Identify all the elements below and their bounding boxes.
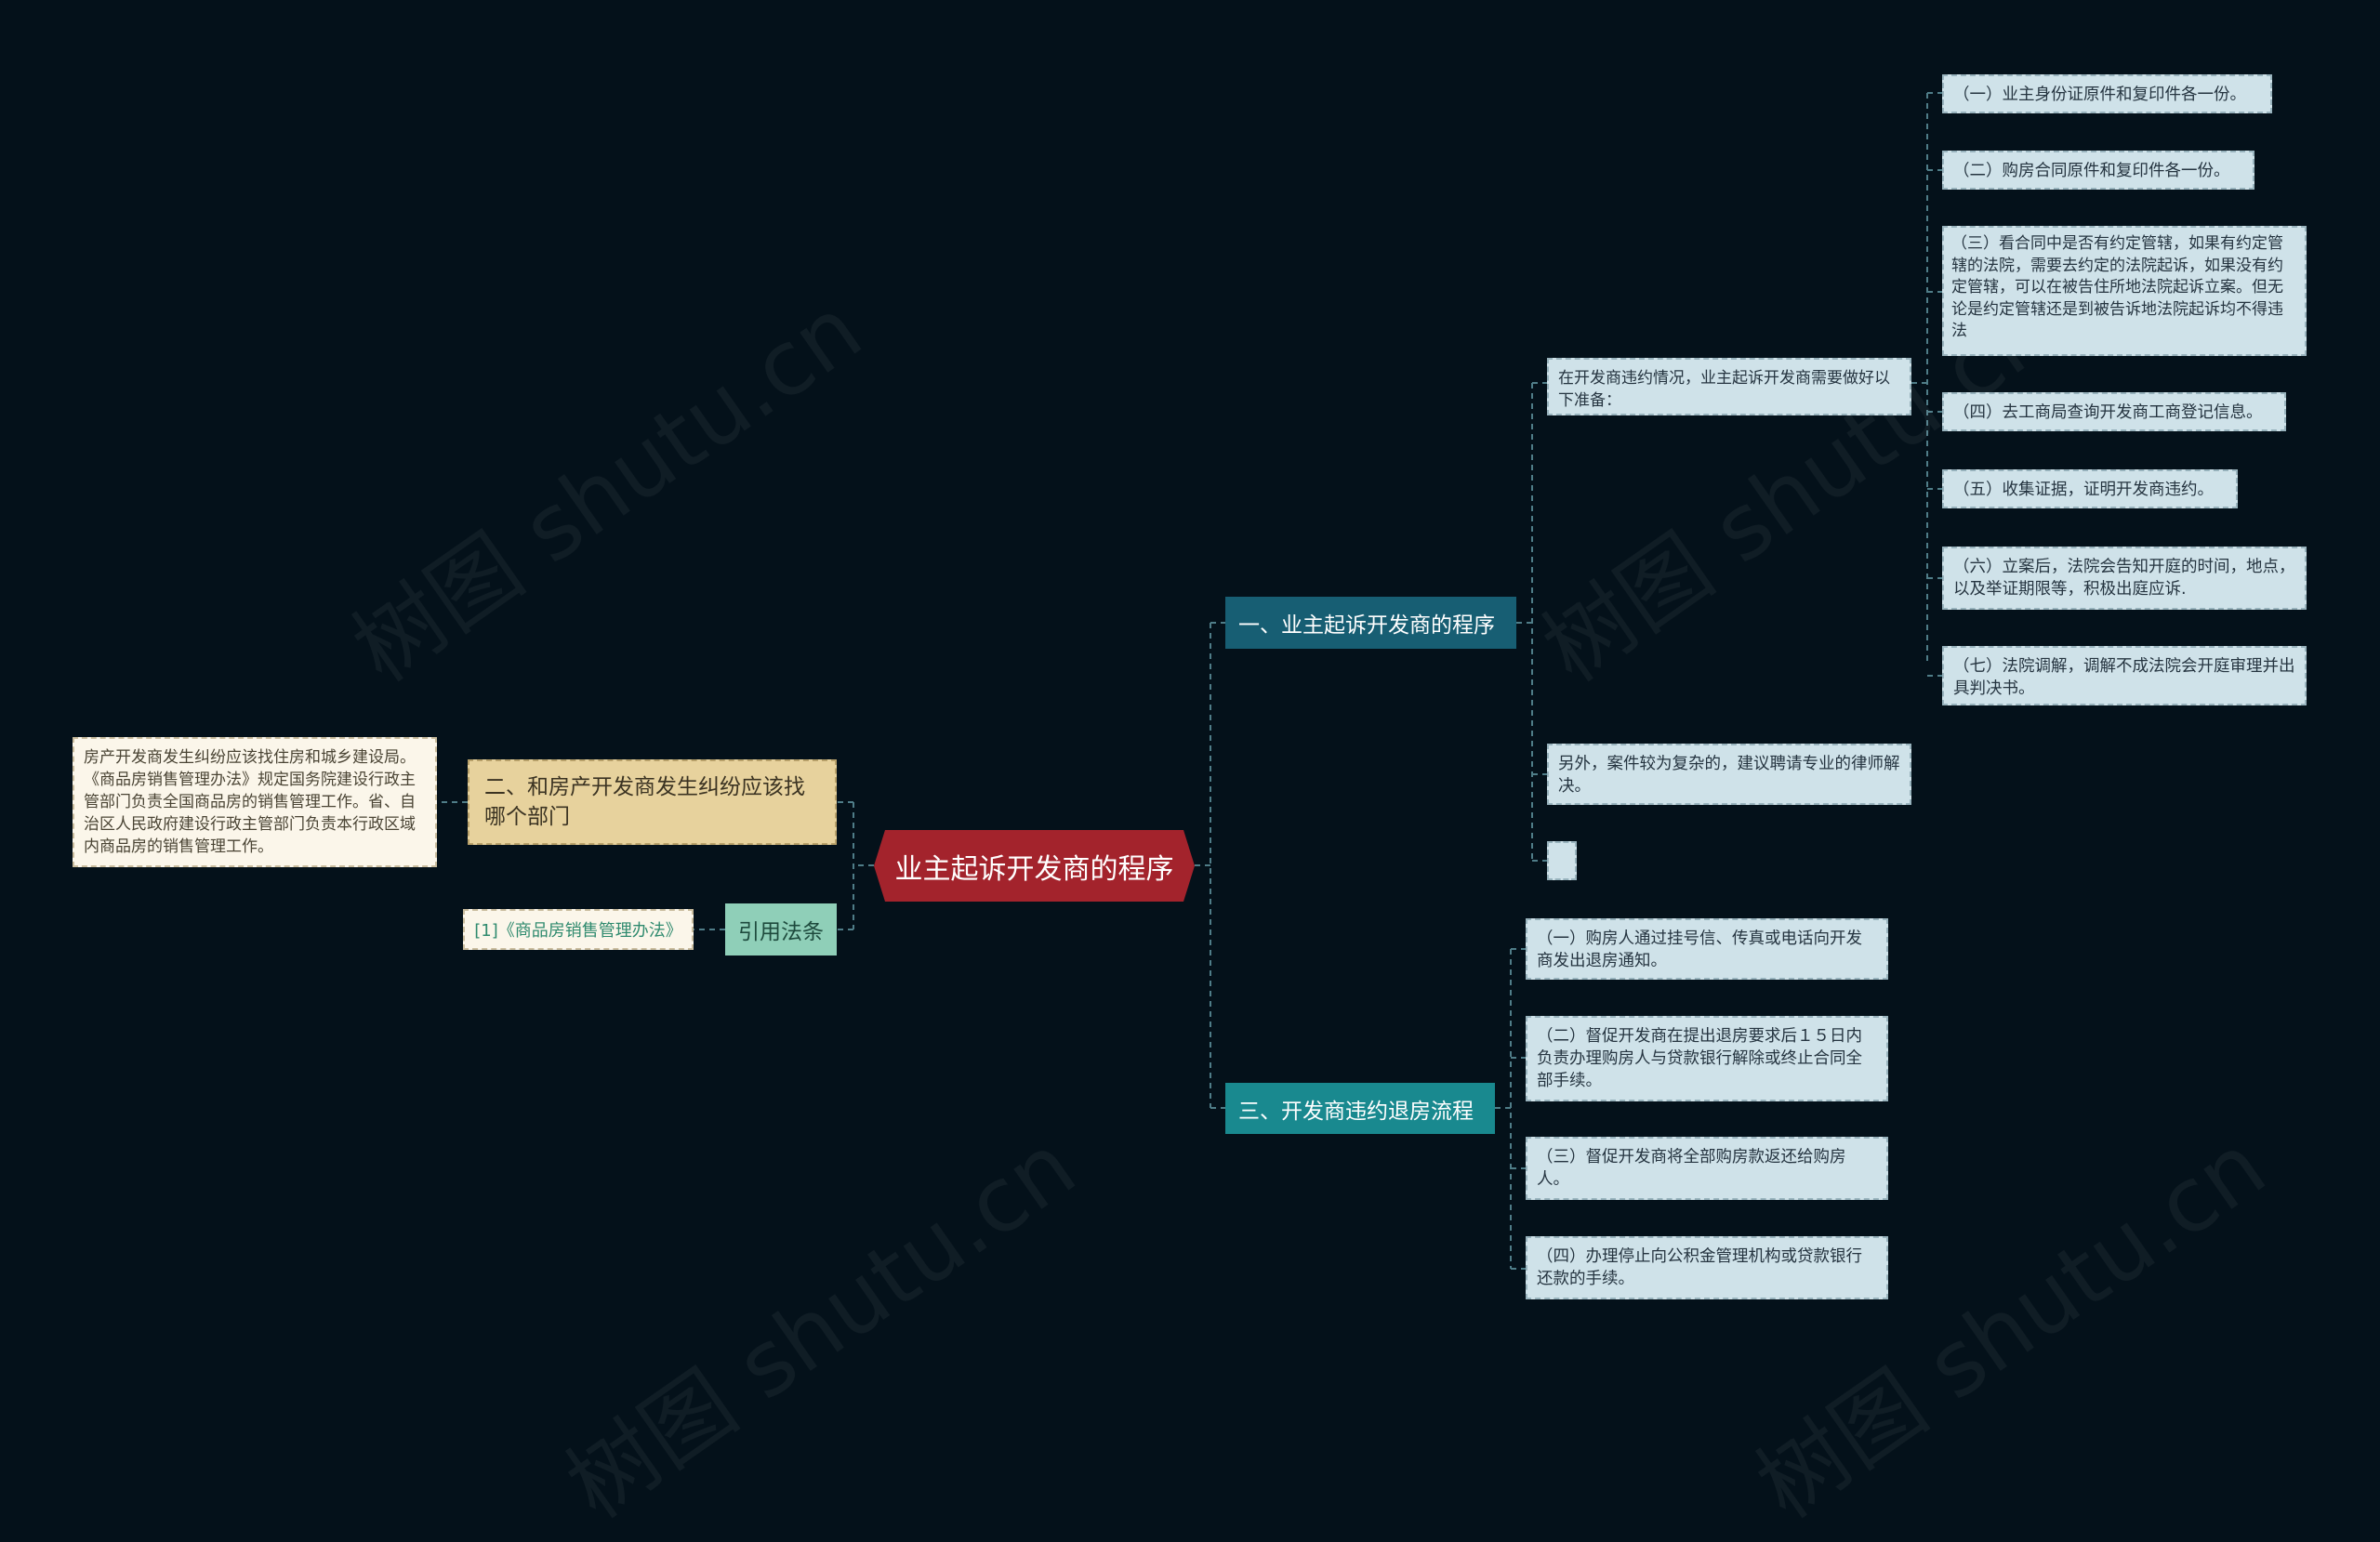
prep-item-2[interactable]: （二）购房合同原件和复印件各一份。: [1942, 151, 2254, 190]
return-step-2[interactable]: （二）督促开发商在提出退房要求后１５日内负责办理购房人与贷款银行解除或终止合同全…: [1526, 1016, 1888, 1101]
branch-which-department[interactable]: 二、和房产开发商发生纠纷应该找哪个部门: [468, 759, 837, 845]
citation-node[interactable]: 引用法条: [725, 903, 837, 956]
central-topic[interactable]: 业主起诉开发商的程序: [874, 830, 1195, 902]
citation-law-item[interactable]: [1]《商品房销售管理办法》: [463, 909, 694, 950]
branch-owner-lawsuit-procedure[interactable]: 一、业主起诉开发商的程序: [1225, 597, 1516, 649]
prep-item-5[interactable]: （五）收集证据，证明开发商违约。: [1942, 469, 2238, 508]
branch-return-house-process[interactable]: 三、开发商违约退房流程: [1225, 1083, 1495, 1134]
prep-item-4[interactable]: （四）去工商局查询开发商工商登记信息。: [1942, 392, 2286, 431]
prep-item-1[interactable]: （一）业主身份证原件和复印件各一份。: [1942, 74, 2272, 113]
prep-item-6[interactable]: （六）立案后，法院会告知开庭的时间，地点，以及举证期限等，积极出庭应诉.: [1942, 547, 2307, 610]
empty-node[interactable]: [1547, 841, 1577, 880]
return-step-4[interactable]: （四）办理停止向公积金管理机构或贷款银行还款的手续。: [1526, 1236, 1888, 1299]
prep-item-3[interactable]: （三）看合同中是否有约定管辖，如果有约定管辖的法院，需要去约定的法院起诉，如果没…: [1942, 226, 2307, 356]
lawyer-advice-note[interactable]: 另外，案件较为复杂的，建议聘请专业的律师解决。: [1547, 744, 1911, 805]
department-detail-note[interactable]: 房产开发商发生纠纷应该找住房和城乡建设局。《商品房销售管理办法》规定国务院建设行…: [73, 737, 437, 867]
preparation-group-node[interactable]: 在开发商违约情况，业主起诉开发商需要做好以下准备：: [1547, 358, 1911, 415]
return-step-1[interactable]: （一）购房人通过挂号信、传真或电话向开发商发出退房通知。: [1526, 918, 1888, 980]
return-step-3[interactable]: （三）督促开发商将全部购房款返还给购房人。: [1526, 1137, 1888, 1200]
prep-item-7[interactable]: （七）法院调解，调解不成法院会开庭审理并出具判决书。: [1942, 646, 2307, 705]
